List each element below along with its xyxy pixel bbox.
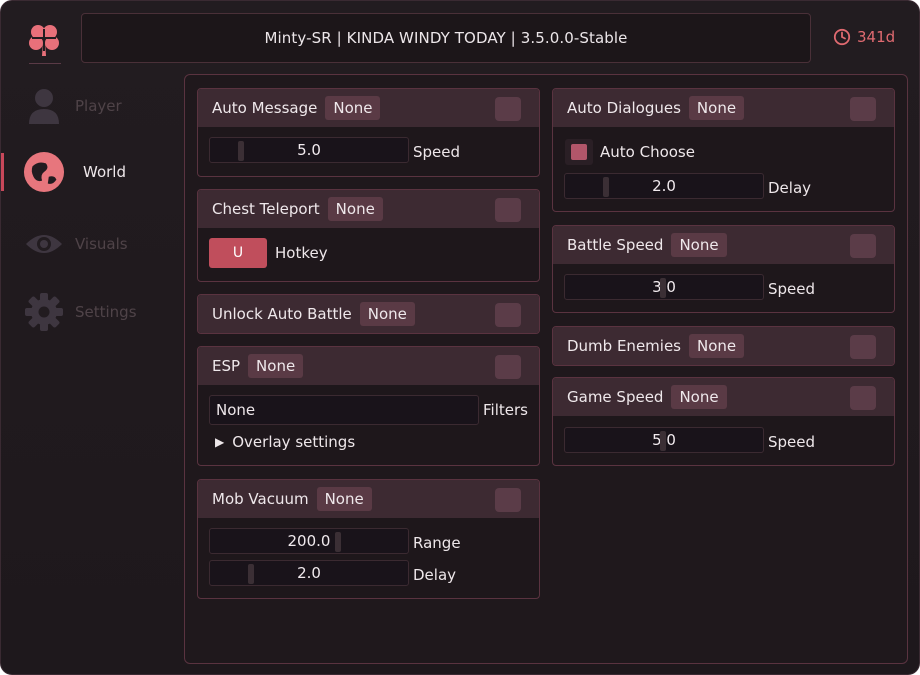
card-header: ESP None [198,347,539,385]
slider-label: Speed [768,433,816,451]
slider-grab[interactable] [660,278,666,298]
slider-grab[interactable] [603,177,609,197]
card-header: Battle Speed None [553,226,894,264]
clover-logo-icon [29,25,59,56]
slider-label: Delay [768,179,812,197]
card-header: Dumb Enemies None [553,327,894,365]
active-nav-indicator [1,153,4,191]
sidebar-item-label: Settings [75,303,137,321]
gear-icon [25,293,63,331]
keybind-chip[interactable]: None [689,334,745,358]
slider-value: 5.0 [297,141,321,159]
keybind-chip[interactable]: None [671,385,727,409]
card-unlock-auto-battle: Unlock Auto Battle None [197,294,540,334]
enable-toggle[interactable] [495,488,521,512]
checkbox-fill [571,144,587,160]
license-timer: 341d [833,25,895,49]
card-title: Chest Teleport [212,200,320,218]
card-header: Auto Dialogues None [553,89,894,127]
enable-toggle[interactable] [495,303,521,327]
keybind-chip[interactable]: None [248,354,304,378]
slider-label: Speed [413,143,461,161]
slider-grab[interactable] [238,141,244,161]
filters-label: Filters [483,401,528,419]
window-title: Minty-SR | KINDA WINDY TODAY | 3.5.0.0-S… [264,29,628,47]
delay-slider[interactable]: 2.0 [564,173,764,199]
card-title: Mob Vacuum [212,490,309,508]
slider-value: 200.0 [287,532,331,550]
delay-slider[interactable]: 2.0 [209,560,409,586]
enable-toggle[interactable] [495,198,521,222]
person-icon [29,89,59,124]
sidebar-item-label: Visuals [75,235,128,253]
speed-slider[interactable]: 5.0 [209,137,409,163]
range-slider[interactable]: 200.0 [209,528,409,554]
card-header: Chest Teleport None [198,190,539,228]
hotkey-button[interactable]: U [209,238,267,268]
title-bar: Minty-SR | KINDA WINDY TODAY | 3.5.0.0-S… [81,13,811,63]
keybind-chip[interactable]: None [327,197,383,221]
keybind-chip[interactable]: None [316,487,372,511]
enable-toggle[interactable] [850,97,876,121]
hotkey-label: Hotkey [275,244,328,262]
card-title: ESP [212,357,241,375]
card-title: Unlock Auto Battle [212,305,352,323]
app-window: Minty-SR | KINDA WINDY TODAY | 3.5.0.0-S… [0,0,920,675]
timer-text: 341d [857,28,896,46]
card-chest-teleport: Chest Teleport None [197,189,540,282]
sidebar-item-player[interactable]: Player [23,85,122,127]
sidebar-item-label: World [83,163,126,181]
eye-icon [26,235,62,253]
card-title: Auto Message [212,99,318,117]
slider-grab[interactable] [660,431,666,451]
slider-grab[interactable] [335,532,341,552]
filters-input[interactable]: None [209,395,479,425]
card-header: Auto Message None [198,89,539,127]
slider-value: 2.0 [297,564,321,582]
card-title: Auto Dialogues [567,99,681,117]
sidebar-item-label: Player [75,97,122,115]
keybind-chip[interactable]: None [688,96,745,120]
card-title: Game Speed [567,388,664,406]
logo-divider [29,63,61,64]
slider-label: Range [413,534,461,552]
enable-toggle[interactable] [850,234,876,258]
card-auto-message: Auto Message None [197,88,540,177]
overlay-settings-tree[interactable]: ▶ Overlay settings [215,433,355,451]
sidebar-item-settings[interactable]: Settings [23,291,137,333]
sidebar-item-visuals[interactable]: Visuals [23,223,128,265]
keybind-chip[interactable]: None [359,302,415,326]
auto-choose-checkbox[interactable] [565,139,593,165]
keybind-chip[interactable]: None [671,233,727,257]
speed-slider[interactable]: 3.0 [564,274,764,300]
enable-toggle[interactable] [850,335,876,359]
slider-value: 2.0 [652,177,676,195]
card-header: Game Speed None [553,378,894,416]
enable-toggle[interactable] [495,97,521,121]
card-header: Unlock Auto Battle None [198,295,539,333]
tree-label: Overlay settings [232,433,356,451]
slider-label: Delay [413,566,457,584]
card-header: Mob Vacuum None [198,480,539,518]
speed-slider[interactable]: 5.0 [564,427,764,453]
clock-icon [833,28,851,46]
enable-toggle[interactable] [495,355,521,379]
slider-label: Speed [768,280,816,298]
slider-grab[interactable] [248,564,254,584]
card-title: Battle Speed [567,236,664,254]
card-dumb-enemies: Dumb Enemies None [552,326,895,366]
card-title: Dumb Enemies [567,337,681,355]
sidebar-item-world[interactable]: World [23,151,126,193]
keybind-chip[interactable]: None [325,96,381,120]
globe-icon [23,151,65,193]
expand-arrow-icon[interactable]: ▶ [215,435,224,449]
enable-toggle[interactable] [850,386,876,410]
checkbox-label: Auto Choose [600,143,695,161]
